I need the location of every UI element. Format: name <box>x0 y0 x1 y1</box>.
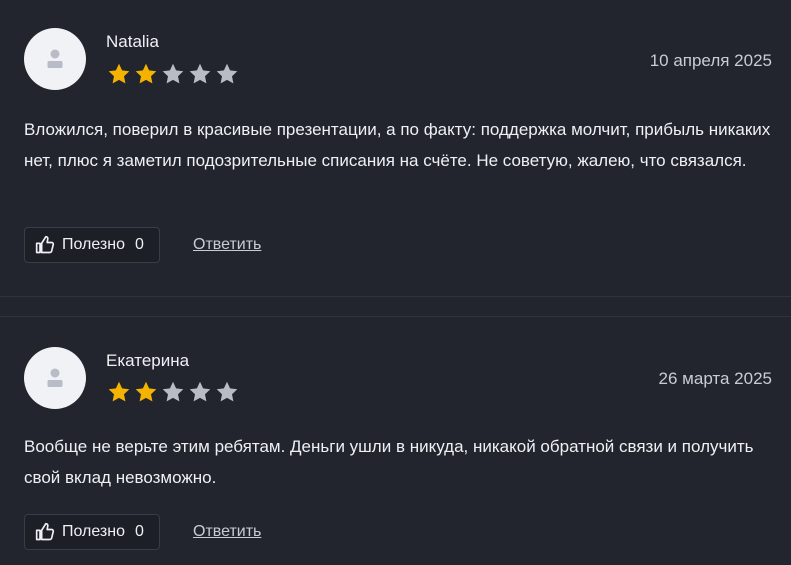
review-card: Екатерина 26 марта 2025 Вообще не верьте… <box>0 0 791 565</box>
review-text: Вообще не верьте этим ребятам. Деньги уш… <box>24 437 754 487</box>
star-empty-icon <box>216 381 238 402</box>
avatar <box>24 347 86 409</box>
rating-stars <box>106 380 240 404</box>
review-date: 26 марта 2025 <box>658 369 772 388</box>
star-empty-icon <box>162 381 184 402</box>
review-author: Екатерина <box>106 351 190 370</box>
helpful-button[interactable]: Полезно 0 <box>24 514 160 550</box>
star-filled-icon <box>108 381 130 402</box>
thumbs-up-icon <box>35 522 55 541</box>
helpful-count: 0 <box>135 523 144 540</box>
star-filled-icon <box>135 381 157 402</box>
helpful-label: Полезно <box>62 523 125 540</box>
star-empty-icon <box>189 381 211 402</box>
user-icon <box>47 368 63 387</box>
reply-link[interactable]: Ответить <box>193 523 261 541</box>
